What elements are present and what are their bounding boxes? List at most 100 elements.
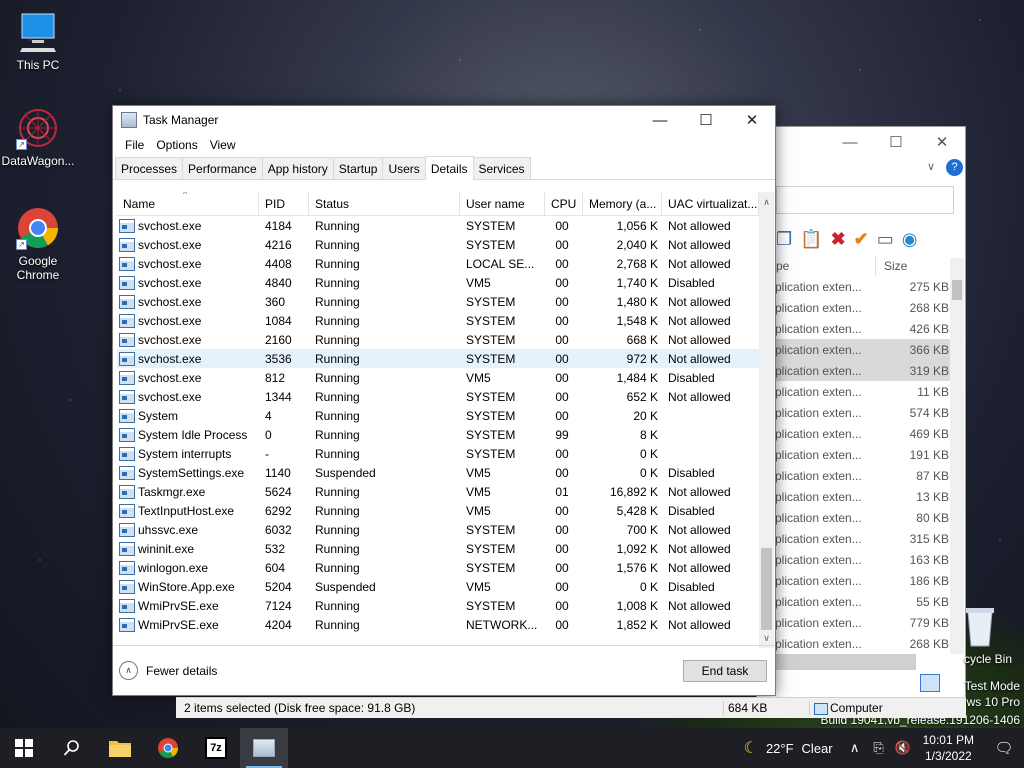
tab-details[interactable]: Details [424, 156, 474, 180]
properties-icon[interactable]: ▭ [877, 229, 894, 250]
column-header-status[interactable]: Status [309, 192, 460, 216]
tab-startup[interactable]: Startup [332, 157, 384, 179]
list-item[interactable]: plication exten... 11 KB [775, 381, 951, 402]
menu-options[interactable]: Options [150, 138, 203, 152]
list-item[interactable]: plication exten... 574 KB [775, 402, 951, 423]
process-table-scrollbar[interactable]: ∧ ∨ [759, 192, 774, 648]
tab-performance[interactable]: Performance [182, 157, 263, 179]
weather-widget[interactable]: ☾ 22°F Clear [744, 738, 833, 758]
fewer-details-link[interactable]: ∧ Fewer details [119, 661, 217, 680]
explorer-scrollbar[interactable] [950, 258, 964, 654]
list-item[interactable]: plication exten... 186 KB [775, 570, 951, 591]
explorer-address-field[interactable] [776, 186, 954, 214]
table-row[interactable]: uhssvc.exe 6032 Running SYSTEM 00 700 K Not al… [117, 520, 759, 539]
maximize-button[interactable]: ☐ [683, 106, 729, 134]
table-row[interactable]: wininit.exe 532 Running SYSTEM 00 1,092 K Not … [117, 539, 759, 558]
explorer-minimize-icon[interactable]: — [827, 134, 873, 151]
minimize-button[interactable]: — [637, 106, 683, 134]
end-task-button[interactable]: End task [683, 659, 767, 682]
taskbar-chrome[interactable] [144, 728, 192, 768]
list-item[interactable]: plication exten... 87 KB [775, 465, 951, 486]
close-button[interactable]: ✕ [729, 106, 775, 134]
list-item[interactable]: plication exten... 275 KB [775, 276, 951, 297]
list-item[interactable]: plication exten... 319 KB [775, 360, 951, 381]
recycle-bin-icon[interactable] [964, 604, 996, 648]
scroll-down-icon[interactable]: ∨ [759, 630, 774, 646]
explorer-maximize-icon[interactable]: ☐ [873, 133, 919, 151]
title-bar[interactable]: Task Manager — ☐ ✕ [113, 106, 775, 134]
column-header-name[interactable]: Name [117, 192, 259, 216]
tab-users[interactable]: Users [382, 157, 426, 179]
taskbar-task-manager[interactable] [240, 728, 288, 768]
table-row[interactable]: svchost.exe 2160 Running SYSTEM 00 668 K Not a… [117, 330, 759, 349]
list-item[interactable]: plication exten... 191 KB [775, 444, 951, 465]
table-row[interactable]: svchost.exe 1084 Running SYSTEM 00 1,548 K Not… [117, 311, 759, 330]
search-button[interactable] [48, 728, 96, 768]
list-item[interactable]: plication exten... 55 KB [775, 591, 951, 612]
menu-view[interactable]: View [204, 138, 242, 152]
notifications-icon[interactable]: 🗨 [984, 739, 1024, 757]
table-row[interactable]: svchost.exe 4408 Running LOCAL SE... 00 2,768… [117, 254, 759, 273]
column-header-cpu[interactable]: CPU [545, 192, 583, 216]
list-item[interactable]: plication exten... 268 KB [775, 297, 951, 318]
task-manager-window[interactable]: Task Manager — ☐ ✕ File Options View Pro… [112, 105, 776, 696]
column-header-memory[interactable]: Memory (a... [583, 192, 662, 216]
volume-muted-icon[interactable]: 🔇 [891, 740, 915, 756]
check-icon[interactable]: ✔ [854, 229, 869, 250]
table-row[interactable]: winlogon.exe 604 Running SYSTEM 00 1,576 K Not… [117, 558, 759, 577]
desktop-icon-google-chrome[interactable]: ↗ Google Chrome [0, 206, 78, 282]
column-header-size[interactable]: Size [884, 256, 948, 276]
tab-processes[interactable]: Processes [115, 157, 184, 179]
table-row[interactable]: WinStore.App.exe 5204 Suspended VM5 00 0 K Dis… [117, 577, 759, 596]
table-row[interactable]: svchost.exe 360 Running SYSTEM 00 1,480 K Not … [117, 292, 759, 311]
start-button[interactable] [0, 728, 48, 768]
column-header-user-name[interactable]: User name [460, 192, 545, 216]
list-item[interactable]: plication exten... 13 KB [775, 486, 951, 507]
desktop-icon-this-pc[interactable]: This PC [0, 10, 78, 72]
chevron-up-icon[interactable]: ∧ [843, 740, 867, 756]
tiles-view-icon[interactable] [944, 674, 964, 692]
globe-icon[interactable]: ◉ [902, 229, 918, 250]
list-item[interactable]: plication exten... 268 KB [775, 633, 951, 654]
tab-app-history[interactable]: App history [261, 157, 334, 179]
table-row[interactable]: svchost.exe 4184 Running SYSTEM 00 1,056 K Not… [117, 216, 759, 235]
table-row[interactable]: svchost.exe 1344 Running SYSTEM 00 652 K Not a… [117, 387, 759, 406]
column-header-pid[interactable]: PID [259, 192, 309, 216]
table-row[interactable]: WmiPrvSE.exe 7124 Running SYSTEM 00 1,008 K No… [117, 596, 759, 615]
details-view-icon[interactable] [920, 674, 940, 692]
table-row[interactable]: svchost.exe 812 Running VM5 00 1,484 K Disable… [117, 368, 759, 387]
tab-services[interactable]: Services [472, 157, 531, 179]
column-header-uac-virtualization[interactable]: UAC virtualizat... [662, 192, 759, 216]
table-row[interactable]: System 4 Running SYSTEM 00 20 K [117, 406, 759, 425]
list-item[interactable]: plication exten... 469 KB [775, 423, 951, 444]
table-row[interactable]: SystemSettings.exe 1140 Suspended VM5 00 0 K D… [117, 463, 759, 482]
copy-icon[interactable]: ❐ [776, 229, 792, 250]
list-item[interactable]: plication exten... 366 KB [775, 339, 951, 360]
desktop-icon-datawagon[interactable]: ↗ DataWagon... [0, 106, 78, 168]
list-item[interactable]: plication exten... 315 KB [775, 528, 951, 549]
taskbar-file-explorer[interactable] [96, 728, 144, 768]
scroll-up-icon[interactable]: ∧ [759, 194, 774, 210]
table-row[interactable]: svchost.exe 4840 Running VM5 00 1,740 K Disabl… [117, 273, 759, 292]
table-row[interactable]: System interrupts - Running SYSTEM 00 0 K [117, 444, 759, 463]
chevron-down-icon[interactable]: ∨ [927, 160, 935, 173]
list-item[interactable]: plication exten... 779 KB [775, 612, 951, 633]
list-item[interactable]: plication exten... 163 KB [775, 549, 951, 570]
list-item[interactable]: plication exten... 80 KB [775, 507, 951, 528]
table-row[interactable]: System Idle Process 0 Running SYSTEM 99 8 K [117, 425, 759, 444]
clock[interactable]: 10:01 PM 1/3/2022 [923, 732, 974, 764]
explorer-close-icon[interactable]: ✕ [919, 133, 965, 151]
table-row[interactable]: svchost.exe 3536 Running SYSTEM 00 972 K Not a… [117, 349, 759, 368]
column-header-type[interactable]: pe [776, 256, 876, 276]
table-row[interactable]: svchost.exe 4216 Running SYSTEM 00 2,040 K Not… [117, 235, 759, 254]
menu-file[interactable]: File [119, 138, 150, 152]
table-row[interactable]: TextInputHost.exe 6292 Running VM5 00 5,428 K… [117, 501, 759, 520]
table-row[interactable]: WmiPrvSE.exe 4204 Running NETWORK... 00 1,852… [117, 615, 759, 634]
help-icon[interactable]: ? [946, 159, 963, 176]
list-item[interactable]: plication exten... 426 KB [775, 318, 951, 339]
paste-icon[interactable]: 📋 [800, 229, 822, 250]
network-icon[interactable]: ⎘ [867, 740, 891, 756]
taskbar-7zip[interactable]: 7z [192, 728, 240, 768]
table-row[interactable]: Taskmgr.exe 5624 Running VM5 01 16,892 K Not a… [117, 482, 759, 501]
scroll-thumb[interactable] [761, 548, 772, 630]
